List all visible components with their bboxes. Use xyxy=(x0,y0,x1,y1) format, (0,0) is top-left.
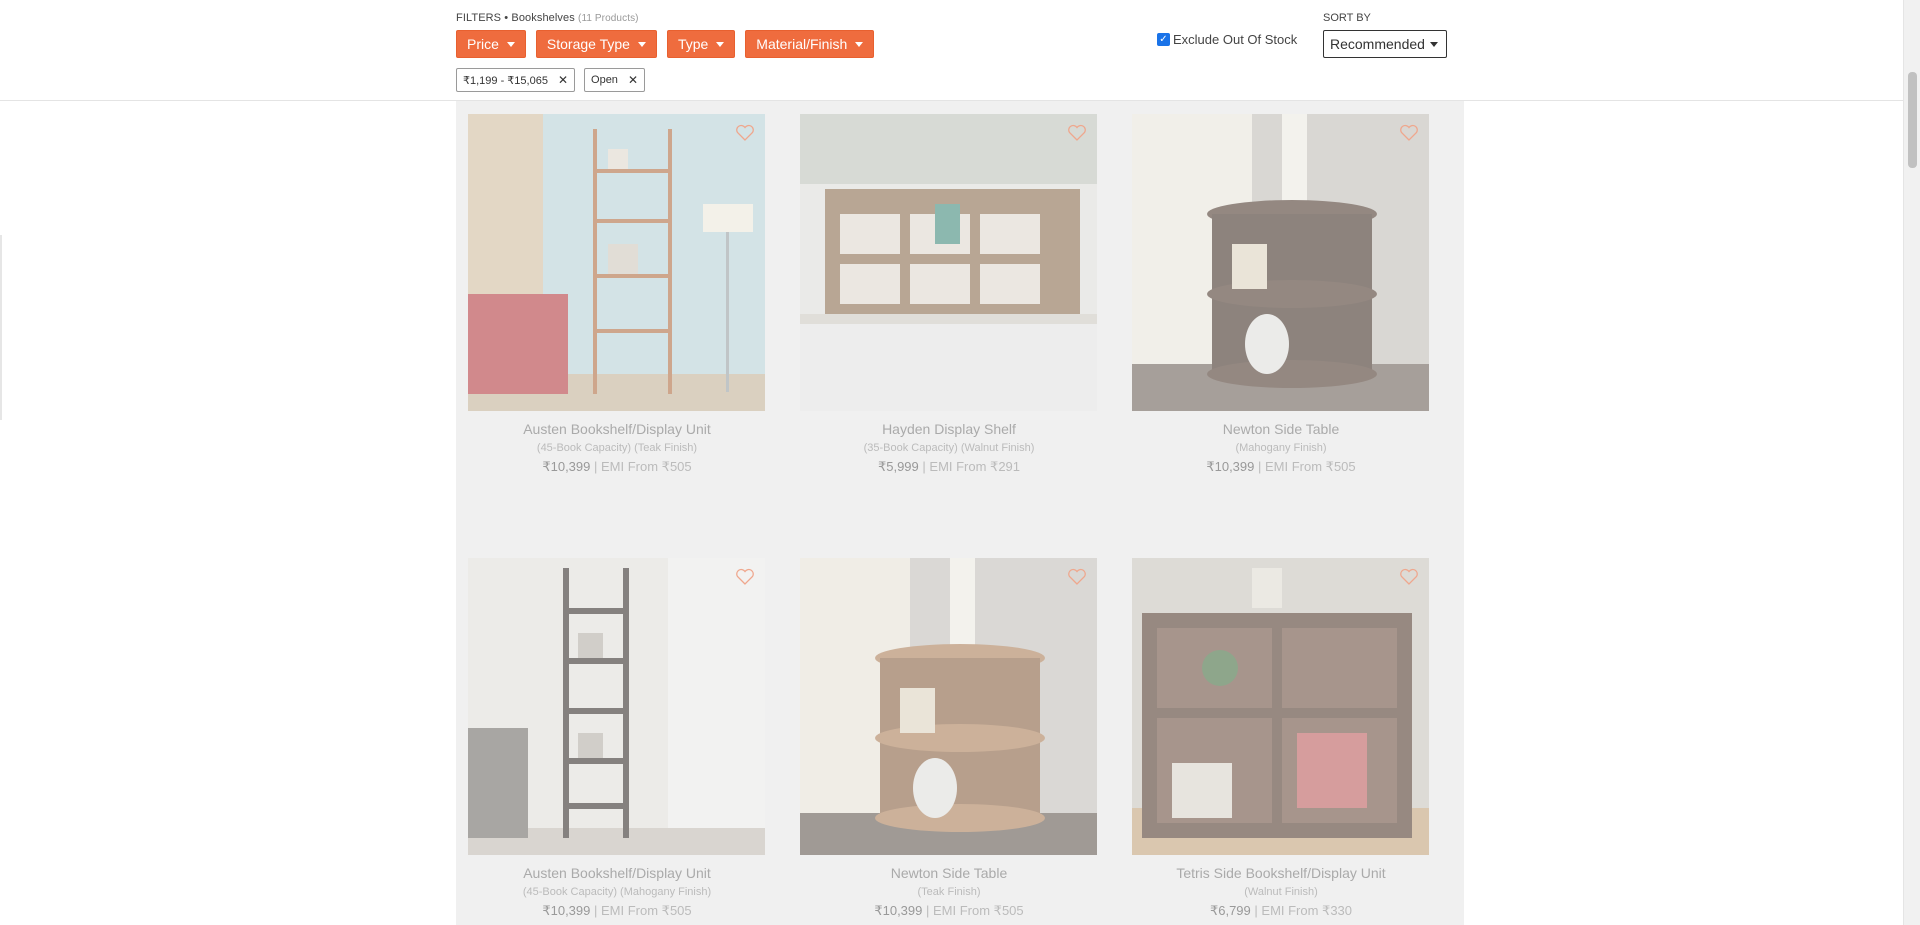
heart-outline-icon[interactable] xyxy=(735,568,755,586)
caret-down-icon xyxy=(637,41,646,47)
caret-down-icon xyxy=(506,41,515,47)
product-name[interactable]: Hayden Display Shelf xyxy=(800,421,1098,437)
product-card[interactable]: Austen Bookshelf/Display Unit (45-Book C… xyxy=(468,114,766,475)
product-variant: (45-Book Capacity) (Mahogany Finish) xyxy=(522,886,712,898)
product-emi: | EMI From ₹505 xyxy=(1258,459,1356,474)
product-card[interactable]: Austen Bookshelf/Display Unit (45-Book C… xyxy=(468,558,766,919)
side-table-photo xyxy=(800,558,1097,855)
caret-down-icon xyxy=(855,41,864,47)
exclude-out-of-stock-checkbox[interactable]: ✓ xyxy=(1157,33,1170,46)
bookshelf-photo xyxy=(1132,558,1429,855)
product-image[interactable] xyxy=(800,114,1097,411)
scrollbar-thumb[interactable] xyxy=(1908,72,1917,168)
applied-filter-chips: ₹1,199 - ₹15,065 ✕ Open ✕ xyxy=(456,68,645,92)
exclude-out-of-stock-label: Exclude Out Of Stock xyxy=(1173,32,1298,47)
side-table-photo xyxy=(1132,114,1429,411)
filter-bar: FILTERS • Bookshelves (11 Products) Pric… xyxy=(0,0,1903,101)
bookshelf-photo xyxy=(468,558,765,855)
product-price-row: ₹5,999 | EMI From ₹291 xyxy=(800,459,1098,475)
product-emi: | EMI From ₹330 xyxy=(1254,903,1353,918)
product-card[interactable]: Tetris Side Bookshelf/Display Unit (Waln… xyxy=(1132,558,1430,919)
exclude-out-of-stock[interactable]: ✓ Exclude Out Of Stock xyxy=(1157,32,1297,47)
sort-by-label: SORT BY xyxy=(1323,12,1371,24)
heart-outline-icon[interactable] xyxy=(735,124,755,142)
product-listing: Austen Bookshelf/Display Unit (45-Book C… xyxy=(456,101,1464,925)
product-image[interactable] xyxy=(468,558,765,855)
filter-material-finish-label: Material/Finish xyxy=(756,36,848,52)
filter-buttons: Price Storage Type Type Material/Finish xyxy=(456,30,875,58)
product-emi: | EMI From ₹505 xyxy=(594,459,692,474)
chip-price-range-label: ₹1,199 - ₹15,065 xyxy=(463,74,548,87)
chip-open-label: Open xyxy=(591,74,618,86)
product-variant: (45-Book Capacity) (Teak Finish) xyxy=(536,442,698,454)
page: FILTERS • Bookshelves (11 Products) Pric… xyxy=(0,0,1920,925)
product-name[interactable]: Tetris Side Bookshelf/Display Unit xyxy=(1132,865,1430,881)
product-emi: | EMI From ₹291 xyxy=(922,459,1021,474)
filter-material-finish-button[interactable]: Material/Finish xyxy=(745,30,875,58)
product-price-row: ₹10,399 | EMI From ₹505 xyxy=(468,903,766,919)
product-price: ₹5,999 xyxy=(877,459,919,474)
display-shelf-photo xyxy=(800,114,1097,411)
filter-storage-type-button[interactable]: Storage Type xyxy=(535,30,657,58)
sort-select[interactable]: Recommended xyxy=(1323,30,1447,58)
filter-title: FILTERS • Bookshelves (11 Products) xyxy=(456,12,639,24)
product-emi: | EMI From ₹505 xyxy=(594,903,692,918)
product-price: ₹10,399 xyxy=(874,903,923,918)
page-scrollbar[interactable] xyxy=(1903,0,1920,925)
product-variant: (35-Book Capacity) (Walnut Finish) xyxy=(863,442,1035,454)
close-icon[interactable]: ✕ xyxy=(628,73,638,87)
product-image[interactable] xyxy=(1132,114,1429,411)
product-name[interactable]: Newton Side Table xyxy=(800,865,1098,881)
product-name[interactable]: Austen Bookshelf/Display Unit xyxy=(468,865,766,881)
heart-outline-icon[interactable] xyxy=(1067,568,1087,586)
filter-type-label: Type xyxy=(677,36,709,52)
product-emi: | EMI From ₹505 xyxy=(926,903,1024,918)
close-icon[interactable]: ✕ xyxy=(558,73,568,87)
product-price: ₹10,399 xyxy=(542,903,591,918)
product-card[interactable]: Newton Side Table (Mahogany Finish) ₹10,… xyxy=(1132,114,1430,475)
product-variant: (Teak Finish) xyxy=(917,886,981,898)
product-price: ₹10,399 xyxy=(1206,459,1255,474)
heart-outline-icon[interactable] xyxy=(1067,124,1087,142)
product-price-row: ₹6,799 | EMI From ₹330 xyxy=(1132,903,1430,919)
product-name[interactable]: Newton Side Table xyxy=(1132,421,1430,437)
bookshelf-photo xyxy=(468,114,765,411)
product-price-row: ₹10,399 | EMI From ₹505 xyxy=(800,903,1098,919)
product-price: ₹6,799 xyxy=(1209,903,1251,918)
chip-price-range: ₹1,199 - ₹15,065 ✕ xyxy=(456,68,576,92)
product-price-row: ₹10,399 | EMI From ₹505 xyxy=(468,459,766,475)
product-price: ₹10,399 xyxy=(542,459,591,474)
heart-outline-icon[interactable] xyxy=(1399,124,1419,142)
product-card[interactable]: Newton Side Table (Teak Finish) ₹10,399 … xyxy=(800,558,1098,919)
product-variant: (Mahogany Finish) xyxy=(1235,442,1327,454)
chip-open: Open ✕ xyxy=(584,68,645,92)
caret-down-icon xyxy=(1430,41,1438,47)
product-card[interactable]: Hayden Display Shelf (35-Book Capacity) … xyxy=(800,114,1098,475)
product-image[interactable] xyxy=(800,558,1097,855)
filter-type-button[interactable]: Type xyxy=(666,30,736,58)
caret-down-icon xyxy=(716,41,725,47)
product-image[interactable] xyxy=(468,114,765,411)
product-price-row: ₹10,399 | EMI From ₹505 xyxy=(1132,459,1430,475)
product-name[interactable]: Austen Bookshelf/Display Unit xyxy=(468,421,766,437)
product-count: (11 Products) xyxy=(578,13,639,24)
filter-category-label: FILTERS • Bookshelves xyxy=(456,12,575,24)
sort-select-value: Recommended xyxy=(1330,36,1425,52)
side-panel-edge xyxy=(0,235,2,420)
filter-price-label: Price xyxy=(467,36,499,52)
filter-storage-type-label: Storage Type xyxy=(546,36,630,52)
heart-outline-icon[interactable] xyxy=(1399,568,1419,586)
product-image[interactable] xyxy=(1132,558,1429,855)
filter-price-button[interactable]: Price xyxy=(456,30,526,58)
product-variant: (Walnut Finish) xyxy=(1244,886,1318,898)
